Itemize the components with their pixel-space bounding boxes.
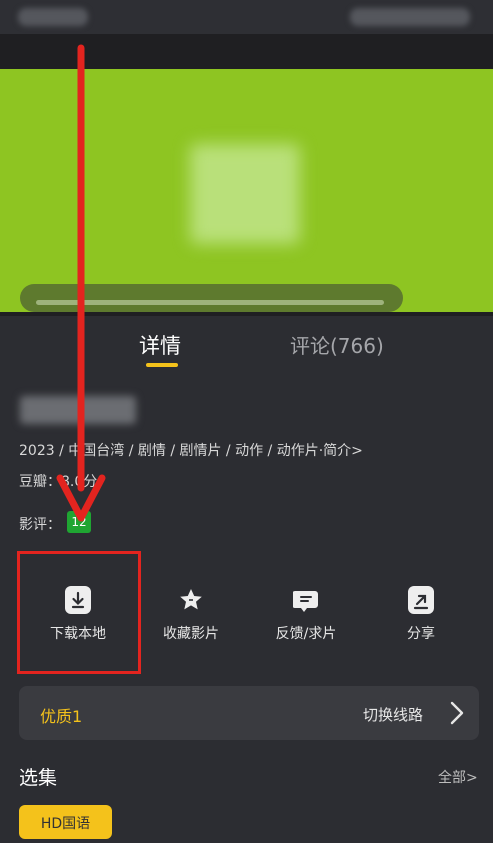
video-progress[interactable] xyxy=(36,300,384,305)
favorite-button[interactable]: 收藏影片 xyxy=(136,580,246,643)
movie-meta[interactable]: 2023 / 中国台湾 / 剧情 / 剧情片 / 动作 / 动作片·简介> xyxy=(19,440,363,460)
tab-comments[interactable]: 评论(766) xyxy=(290,330,384,359)
active-tab-indicator xyxy=(146,363,178,367)
tab-details[interactable]: 详情 xyxy=(139,330,181,360)
source-selector[interactable]: 优质1 切换线路 xyxy=(19,686,479,740)
detail-tabs: 详情 评论(766) xyxy=(0,316,493,380)
share-label: 分享 xyxy=(407,626,435,642)
chevron-right-icon xyxy=(450,701,464,725)
top-bar xyxy=(0,0,493,34)
review-badge[interactable]: 12 xyxy=(67,511,91,533)
douban-score: 豆瓣：8.0分 xyxy=(19,474,98,490)
source-name: 优质1 xyxy=(40,707,83,726)
feedback-button[interactable]: 反馈/求片 xyxy=(251,580,361,643)
video-control-bar[interactable] xyxy=(20,284,403,312)
share-button[interactable]: 分享 xyxy=(366,580,476,643)
movie-title-blurred xyxy=(20,396,136,424)
all-episodes-link[interactable]: 全部> xyxy=(438,767,478,787)
blurred-back-area[interactable] xyxy=(18,8,88,26)
annotation-highlight-box xyxy=(17,551,141,674)
episodes-heading: 选集 xyxy=(19,767,58,789)
star-icon xyxy=(178,586,204,614)
feedback-label: 反馈/求片 xyxy=(275,626,337,642)
blurred-top-right-area[interactable] xyxy=(350,8,470,26)
share-icon xyxy=(408,586,434,614)
switch-route-label[interactable]: 切换线路 xyxy=(363,704,423,725)
video-player[interactable] xyxy=(0,34,493,316)
feedback-icon xyxy=(293,586,319,614)
favorite-label: 收藏影片 xyxy=(163,626,219,642)
video-thumbnail xyxy=(190,144,300,244)
review-label: 影评： xyxy=(19,517,61,533)
episode-chip[interactable]: HD国语 xyxy=(19,805,112,839)
